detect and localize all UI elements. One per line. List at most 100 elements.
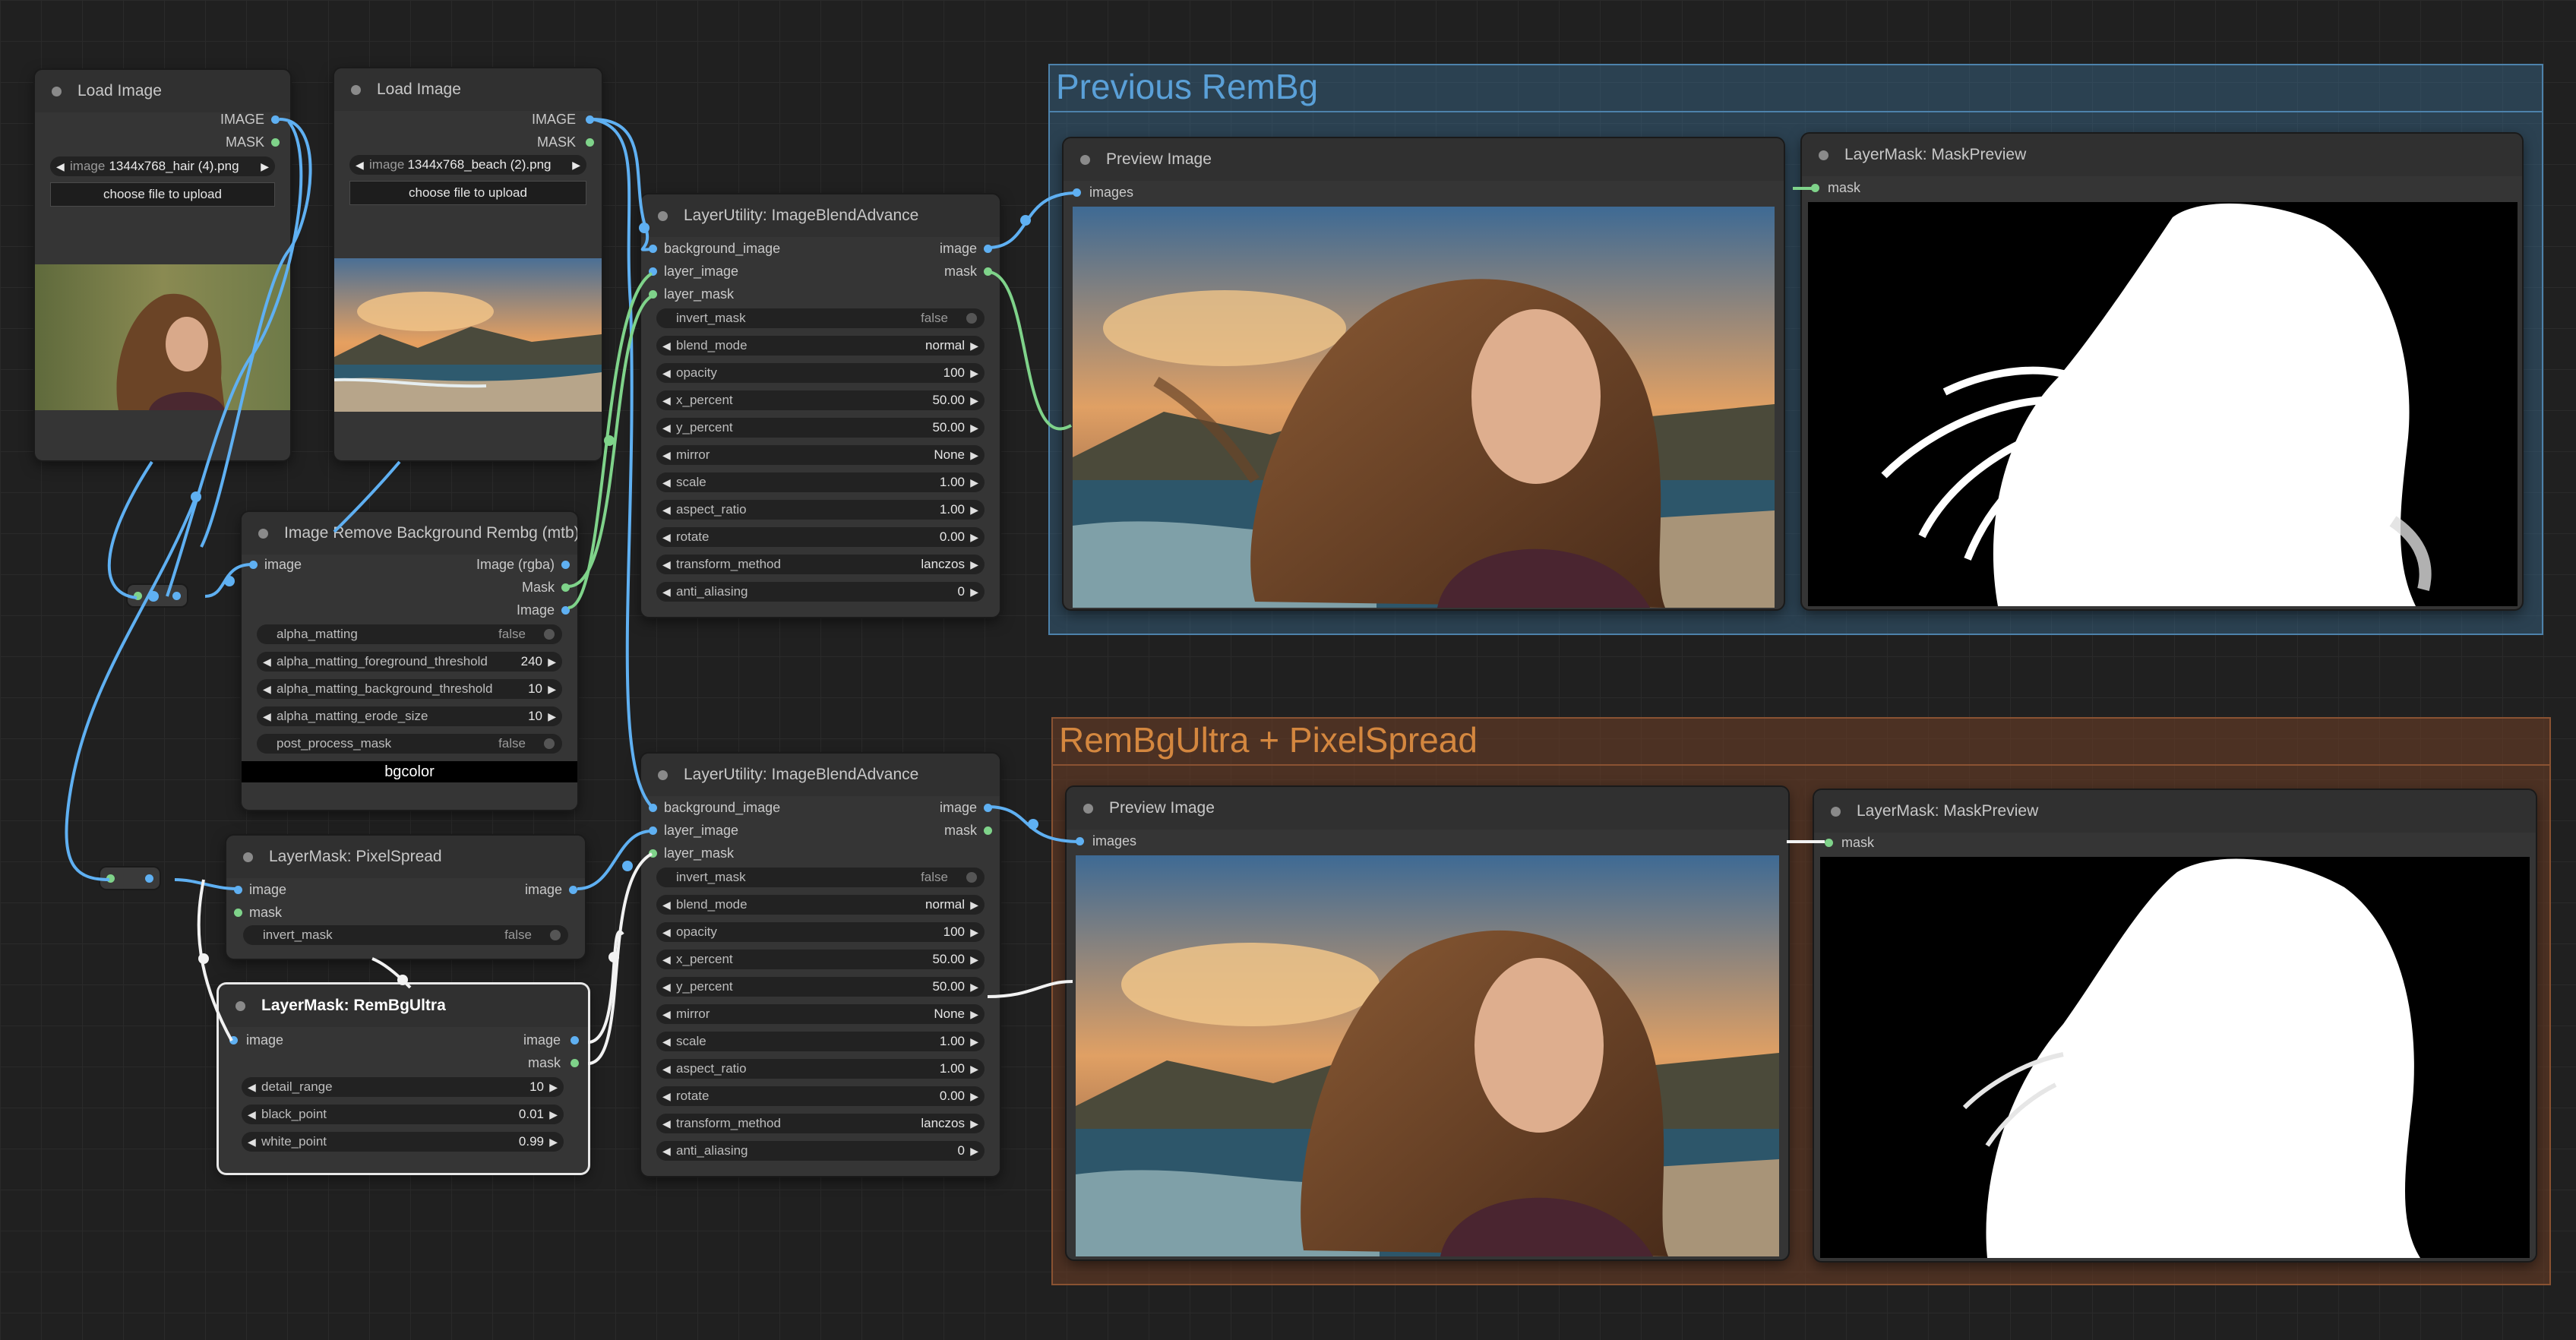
increment-icon[interactable]: ▶: [970, 418, 978, 438]
decrement-icon[interactable]: ◀: [662, 1004, 671, 1024]
toggle-knob[interactable]: [544, 738, 555, 749]
mirror-input[interactable]: ◀ mirror None ▶: [656, 445, 985, 465]
post-process-mask-toggle[interactable]: post_process_mask false: [257, 734, 562, 754]
toggle-knob[interactable]: [966, 313, 977, 324]
alpha-matting-background-threshold-input[interactable]: ◀ alpha_matting_background_threshold 10 …: [257, 679, 562, 699]
anti-aliasing-input[interactable]: ◀ anti_aliasing 0 ▶: [656, 582, 985, 602]
load-image-beach-node[interactable]: Load Image IMAGE MASK ◀ image 1344x768_b…: [334, 68, 602, 460]
output-image-pin[interactable]: [984, 245, 992, 253]
decrement-icon[interactable]: ◀: [662, 472, 671, 492]
blend-mode-input[interactable]: ◀ blend_mode normal ▶: [656, 336, 985, 356]
decrement-icon[interactable]: ◀: [662, 363, 671, 383]
input-image-pin[interactable]: [249, 561, 258, 569]
image-blend-advance-node-1[interactable]: LayerUtility: ImageBlendAdvance backgrou…: [641, 194, 1000, 617]
choose-file-button[interactable]: choose file to upload: [50, 182, 275, 207]
decrement-icon[interactable]: ◀: [662, 445, 671, 465]
output-mask-pin[interactable]: [561, 583, 570, 592]
output-mask-pin[interactable]: [271, 138, 280, 147]
output-image-pin[interactable]: [561, 606, 570, 615]
input-background-pin[interactable]: [649, 245, 657, 253]
decrement-icon[interactable]: ◀: [662, 1059, 671, 1079]
decrement-icon[interactable]: ◀: [662, 582, 671, 602]
decrement-icon[interactable]: ◀: [263, 652, 271, 672]
input-images-pin[interactable]: [1073, 188, 1081, 197]
decrement-icon[interactable]: ◀: [662, 1032, 671, 1051]
y-percent-input[interactable]: ◀ y_percent 50.00 ▶: [656, 977, 985, 997]
increment-icon[interactable]: ▶: [549, 1105, 558, 1124]
decrement-icon[interactable]: ◀: [662, 1086, 671, 1106]
collapse-dot[interactable]: [1083, 804, 1093, 814]
increment-icon[interactable]: ▶: [970, 1086, 978, 1106]
anti-aliasing-input[interactable]: ◀ anti_aliasing 0 ▶: [656, 1141, 985, 1161]
output-image-pin[interactable]: [571, 1036, 579, 1045]
output-mask-pin[interactable]: [984, 826, 992, 835]
reroute-node[interactable]: [100, 868, 160, 889]
opacity-input[interactable]: ◀ opacity 100 ▶: [656, 922, 985, 942]
input-layer-image-pin[interactable]: [649, 826, 657, 835]
alpha-matting-toggle[interactable]: alpha_matting false: [257, 624, 562, 644]
increment-icon[interactable]: ▶: [970, 555, 978, 574]
detail-range-input[interactable]: ◀ detail_range 10 ▶: [242, 1077, 564, 1097]
input-mask-pin[interactable]: [1825, 839, 1833, 847]
scale-input[interactable]: ◀ scale 1.00 ▶: [656, 472, 985, 492]
decrement-icon[interactable]: ◀: [662, 500, 671, 520]
input-layer-mask-pin[interactable]: [649, 290, 657, 299]
bgcolor-swatch[interactable]: bgcolor: [242, 761, 577, 782]
increment-icon[interactable]: ▶: [970, 1032, 978, 1051]
decrement-icon[interactable]: ◀: [662, 390, 671, 410]
mirror-input[interactable]: ◀ mirror None ▶: [656, 1004, 985, 1024]
decrement-icon[interactable]: ◀: [248, 1077, 256, 1097]
image-selector[interactable]: ◀ image 1344x768_hair (4).png ▶: [50, 156, 275, 176]
collapse-dot[interactable]: [1831, 807, 1841, 817]
increment-icon[interactable]: ▶: [970, 1141, 978, 1161]
collapse-dot[interactable]: [1080, 155, 1090, 165]
decrement-icon[interactable]: ◀: [662, 895, 671, 915]
image-selector[interactable]: ◀ image 1344x768_beach (2).png ▶: [349, 155, 586, 175]
input-image-pin[interactable]: [229, 1036, 238, 1045]
collapse-dot[interactable]: [258, 529, 268, 539]
reroute-in-pin[interactable]: [134, 592, 142, 600]
aspect-ratio-input[interactable]: ◀ aspect_ratio 1.00 ▶: [656, 1059, 985, 1079]
increment-icon[interactable]: ▶: [970, 1004, 978, 1024]
aspect-ratio-input[interactable]: ◀ aspect_ratio 1.00 ▶: [656, 500, 985, 520]
alpha-matting-erode-size-input[interactable]: ◀ alpha_matting_erode_size 10 ▶: [257, 706, 562, 726]
blend-mode-input[interactable]: ◀ blend_mode normal ▶: [656, 895, 985, 915]
increment-icon[interactable]: ▶: [549, 1077, 558, 1097]
increment-icon[interactable]: ▶: [970, 950, 978, 969]
toggle-knob[interactable]: [550, 930, 561, 940]
mask-preview-node-1[interactable]: LayerMask: MaskPreview mask: [1802, 134, 2522, 609]
increment-icon[interactable]: ▶: [970, 500, 978, 520]
x-percent-input[interactable]: ◀ x_percent 50.00 ▶: [656, 390, 985, 410]
arrow-left-icon[interactable]: ◀: [56, 156, 65, 176]
output-mask-pin[interactable]: [571, 1059, 579, 1067]
decrement-icon[interactable]: ◀: [662, 527, 671, 547]
increment-icon[interactable]: ▶: [970, 472, 978, 492]
increment-icon[interactable]: ▶: [970, 895, 978, 915]
load-image-hair-node[interactable]: Load Image IMAGE MASK ◀ image 1344x768_h…: [35, 70, 290, 460]
x-percent-input[interactable]: ◀ x_percent 50.00 ▶: [656, 950, 985, 969]
increment-icon[interactable]: ▶: [970, 1059, 978, 1079]
black-point-input[interactable]: ◀ black_point 0.01 ▶: [242, 1105, 564, 1124]
preview-image-node-1[interactable]: Preview Image images: [1064, 138, 1784, 609]
arrow-left-icon[interactable]: ◀: [356, 155, 364, 175]
collapse-dot[interactable]: [658, 211, 668, 221]
mask-preview-node-2[interactable]: LayerMask: MaskPreview mask: [1814, 790, 2536, 1261]
transform-method-input[interactable]: ◀ transform_method lanczos ▶: [656, 555, 985, 574]
increment-icon[interactable]: ▶: [970, 977, 978, 997]
transform-method-input[interactable]: ◀ transform_method lanczos ▶: [656, 1114, 985, 1133]
decrement-icon[interactable]: ◀: [662, 418, 671, 438]
increment-icon[interactable]: ▶: [970, 922, 978, 942]
rembg-mtb-node[interactable]: Image Remove Background Rembg (mtb) imag…: [242, 512, 577, 810]
reroute-node[interactable]: [128, 585, 187, 606]
reroute-out-pin[interactable]: [145, 874, 153, 883]
increment-icon[interactable]: ▶: [549, 1132, 558, 1152]
increment-icon[interactable]: ▶: [548, 679, 556, 699]
y-percent-input[interactable]: ◀ y_percent 50.00 ▶: [656, 418, 985, 438]
increment-icon[interactable]: ▶: [970, 336, 978, 356]
output-mask-pin[interactable]: [984, 267, 992, 276]
output-rgba-pin[interactable]: [561, 561, 570, 569]
invert-mask-toggle[interactable]: invert_mask false: [243, 925, 568, 945]
output-image-pin[interactable]: [586, 115, 594, 124]
reroute-in-pin[interactable]: [106, 874, 115, 883]
reroute-out-pin[interactable]: [172, 592, 181, 600]
